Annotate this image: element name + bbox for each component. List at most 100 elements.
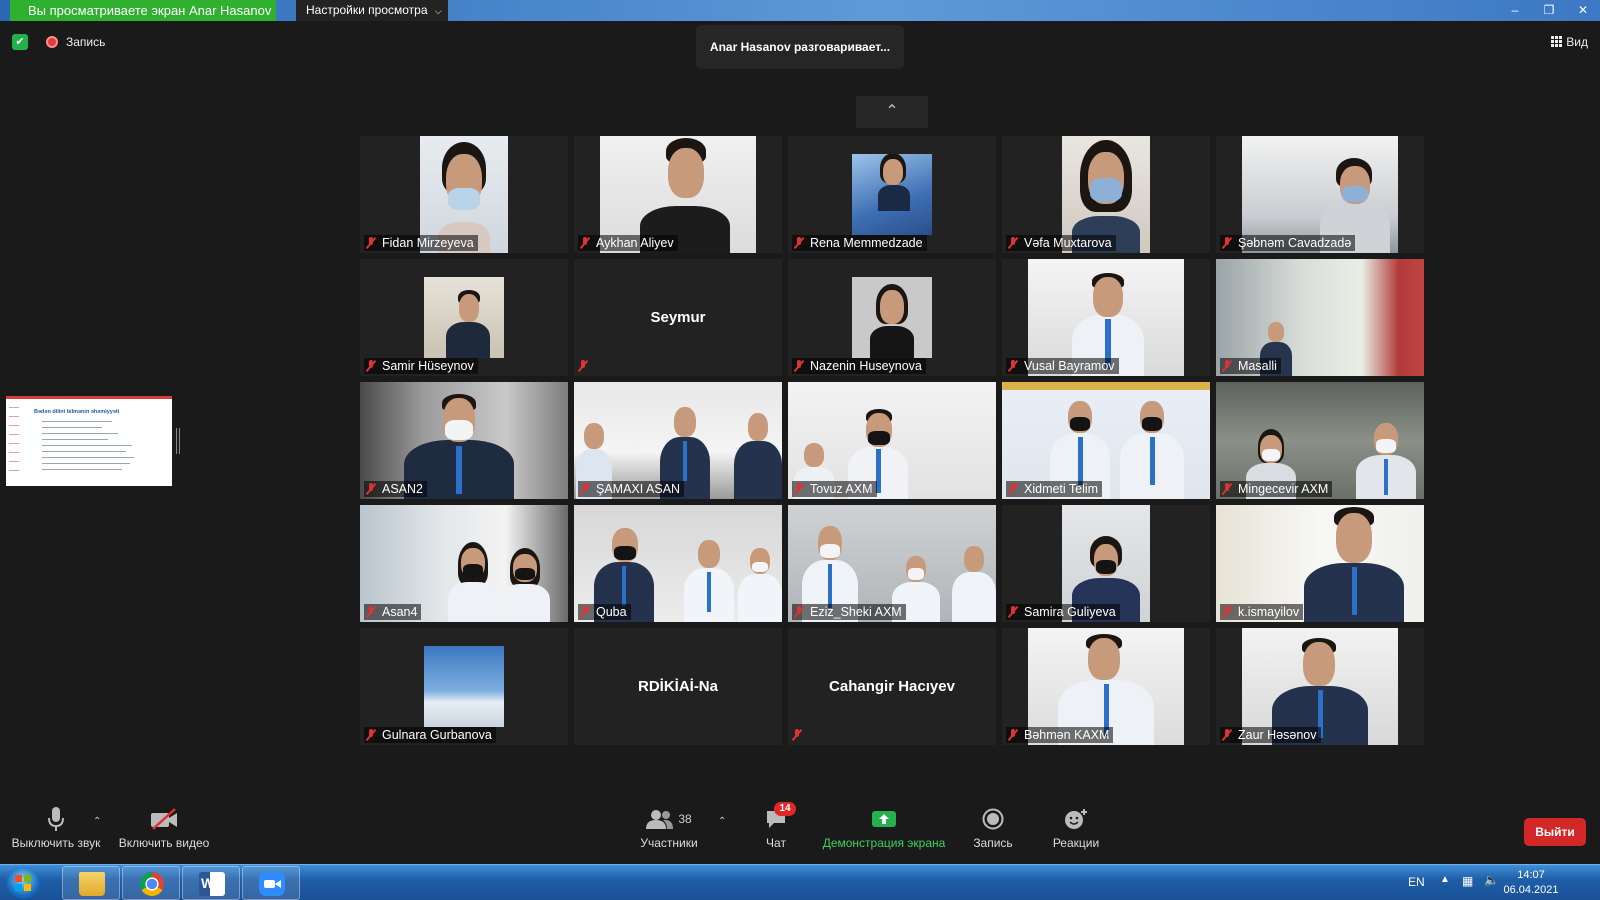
video-tile[interactable]: Aykhan Aliyev (574, 136, 782, 253)
taskbar-clock[interactable]: 14:07 06.04.2021 (1496, 868, 1566, 898)
participant-name-label (792, 727, 808, 743)
participant-name-label: ŞAMAXI ASAN (578, 481, 685, 497)
participant-name: Quba (596, 605, 627, 619)
participants-button[interactable]: 38 Участники (634, 806, 704, 850)
recording-indicator[interactable]: Запись (66, 35, 105, 49)
taskbar-app-explorer[interactable] (62, 866, 120, 900)
muted-mic-icon (1008, 729, 1018, 741)
mute-button[interactable]: Выключить звук (10, 806, 102, 850)
participants-count: 38 (678, 812, 692, 826)
network-icon[interactable]: ▦ (1462, 874, 1473, 888)
participant-video (852, 154, 932, 235)
participant-name-label: Tovuz AXM (792, 481, 877, 497)
participant-display-name: Seymur (650, 309, 706, 326)
participant-name-label: Quba (578, 604, 631, 620)
language-indicator[interactable]: EN (1408, 875, 1425, 889)
video-tile[interactable]: Xidmeti Telim (1002, 382, 1210, 499)
participant-video (852, 277, 932, 358)
participant-name: ŞAMAXI ASAN (596, 482, 681, 496)
video-tile[interactable]: Quba (574, 505, 782, 622)
start-button[interactable] (6, 867, 40, 899)
participant-name: Vəfa Muxtarova (1024, 236, 1112, 250)
video-tile[interactable]: Samira Guliyeva (1002, 505, 1210, 622)
audio-options-caret[interactable]: ⌃ (93, 816, 101, 827)
video-tile[interactable]: Nazenin Huseynova (788, 259, 996, 376)
taskbar-app-zoom[interactable] (242, 866, 300, 900)
leave-meeting-button[interactable]: Выйти (1524, 818, 1586, 846)
muted-mic-icon (366, 237, 376, 249)
participant-name-label: Asan4 (364, 604, 422, 620)
close-button[interactable]: ✕ (1566, 0, 1600, 21)
video-tile[interactable]: Eziz_Sheki AXM (788, 505, 996, 622)
video-tile[interactable]: Vəfa Muxtarova (1002, 136, 1210, 253)
participant-name: Mingecevir AXM (1238, 482, 1329, 496)
chevron-down-icon: ⌵ (434, 6, 442, 16)
minimize-button[interactable]: – (1498, 0, 1532, 21)
video-tile[interactable]: Gulnara Gurbanova (360, 628, 568, 745)
video-tile[interactable]: Zaur Həsənov (1216, 628, 1424, 745)
video-tile[interactable]: Vusal Bayramov (1002, 259, 1210, 376)
video-tile[interactable]: Samir Hüseynov (360, 259, 568, 376)
chat-button[interactable]: 14 Чат (756, 802, 796, 850)
participant-name-label: ASAN2 (364, 481, 427, 497)
video-tile[interactable]: Fidan Mirzeyeva (360, 136, 568, 253)
view-button[interactable]: Вид (1551, 35, 1588, 49)
muted-mic-icon (366, 483, 376, 495)
video-tile[interactable]: Cahangir Hacıyev (788, 628, 996, 745)
word-icon: W (199, 872, 225, 896)
video-tile[interactable]: ŞAMAXI ASAN (574, 382, 782, 499)
participant-name: Tovuz AXM (810, 482, 873, 496)
encryption-shield-icon[interactable]: ✔ (12, 34, 28, 50)
slide-text-line (42, 469, 122, 470)
shared-screen-thumbnail[interactable]: Bədən dilini bilmənin əhəmiyyəti (6, 396, 172, 486)
participant-name: Rena Memmedzade (810, 236, 923, 250)
muted-mic-icon (1222, 483, 1232, 495)
resize-handle[interactable] (176, 428, 180, 454)
video-tile[interactable]: Şəbnəm Cavadzadə (1216, 136, 1424, 253)
video-tile[interactable]: Asan4 (360, 505, 568, 622)
slide-text-line (42, 421, 112, 422)
video-tile[interactable]: Tovuz AXM (788, 382, 996, 499)
muted-mic-icon (794, 606, 804, 618)
participant-name-label: Samira Guliyeva (1006, 604, 1120, 620)
video-tile[interactable]: ASAN2 (360, 382, 568, 499)
reactions-button[interactable]: Реакции (1048, 806, 1104, 850)
start-video-button[interactable]: Включить видео (118, 806, 210, 850)
taskbar-app-word[interactable]: W (182, 866, 240, 900)
video-tile[interactable]: RDİKİAİ-Na (574, 628, 782, 745)
muted-mic-icon (1008, 483, 1018, 495)
muted-mic-icon (1008, 237, 1018, 249)
recording-dot-icon (46, 36, 58, 48)
record-button[interactable]: Запись (968, 806, 1018, 850)
video-tile[interactable]: Mingecevir AXM (1216, 382, 1424, 499)
share-screen-button[interactable]: Демонстрация экрана (820, 806, 948, 850)
participant-name-label: Xidmeti Telim (1006, 481, 1103, 497)
windows-logo-icon (15, 875, 31, 891)
tray-overflow-icon[interactable]: ▲ (1440, 874, 1450, 885)
muted-mic-icon (580, 483, 590, 495)
restore-button[interactable]: ❐ (1532, 0, 1566, 21)
video-tile[interactable]: Rena Memmedzade (788, 136, 996, 253)
video-tile[interactable]: Bəhmən KAXM (1002, 628, 1210, 745)
window-controls: – ❐ ✕ (1498, 0, 1600, 21)
muted-mic-icon (1008, 606, 1018, 618)
slide-text-line (42, 463, 130, 464)
participant-name: Vusal Bayramov (1024, 359, 1115, 373)
muted-mic-icon (1222, 729, 1232, 741)
participants-options-caret[interactable]: ⌃ (718, 816, 726, 827)
participant-video (424, 646, 504, 727)
collapse-gallery-button[interactable]: ⌃ (856, 96, 928, 128)
slide-panel-strip (9, 403, 19, 479)
video-tile[interactable]: Seymur (574, 259, 782, 376)
participant-name-label: Rena Memmedzade (792, 235, 927, 251)
video-tile[interactable]: k.ismayilov (1216, 505, 1424, 622)
participant-name-label: k.ismayilov (1220, 604, 1304, 620)
view-options-dropdown[interactable]: Настройки просмотра ⌵ (296, 0, 448, 21)
participants-icon (646, 810, 674, 829)
microphone-icon (48, 807, 64, 831)
chat-label: Чат (766, 836, 786, 850)
participant-name: Şəbnəm Cavadzadə (1238, 236, 1352, 250)
chat-unread-badge: 14 (774, 802, 796, 816)
video-tile[interactable]: Masalli (1216, 259, 1424, 376)
taskbar-app-chrome[interactable] (122, 866, 180, 900)
